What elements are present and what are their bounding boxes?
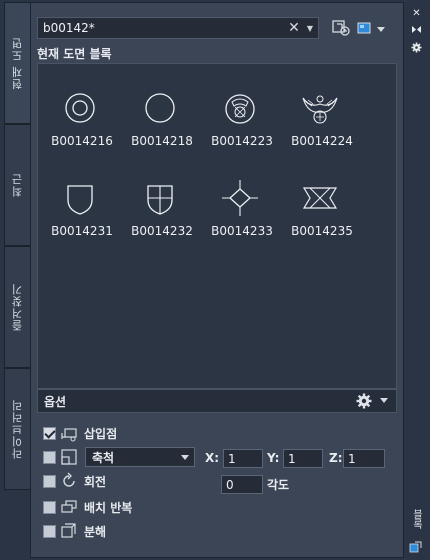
options-header: 옵션 bbox=[37, 389, 397, 413]
tab-label: 라이브러리 bbox=[10, 399, 24, 459]
angle-label: 각도 bbox=[267, 478, 290, 492]
concentric-circle-symbol bbox=[65, 93, 95, 123]
block-tile[interactable]: B0014235 bbox=[278, 170, 358, 258]
palette-tab-strip: 현재 도면 최근 즐겨찾기 라이브러리 bbox=[4, 2, 30, 490]
load-block-icon[interactable] bbox=[331, 19, 351, 37]
tab-libraries[interactable]: 라이브러리 bbox=[4, 368, 30, 490]
insertion-point-option[interactable]: 삽입점 bbox=[43, 423, 117, 443]
block-tile[interactable]: B0014216 bbox=[38, 80, 118, 168]
chevron-down-icon bbox=[181, 455, 189, 460]
rotation-option[interactable]: 회전 bbox=[43, 471, 106, 491]
option-label: 삽입점 bbox=[84, 426, 118, 441]
auto-hide-icon[interactable] bbox=[411, 24, 422, 35]
tab-label: 즐겨찾기 bbox=[10, 283, 24, 331]
thumbnail-view-icon[interactable] bbox=[357, 19, 373, 37]
explode-checkbox[interactable] bbox=[43, 524, 56, 538]
block-name: B0014216 bbox=[51, 134, 113, 148]
emblem-circle-symbol bbox=[225, 94, 255, 124]
eagle-emblem-symbol bbox=[302, 95, 338, 124]
ribbon-symbol bbox=[302, 187, 338, 209]
options-area: 삽입점 축척 X: Y: Z: 회전 각도 bbox=[37, 413, 397, 553]
block-name: B0014223 bbox=[211, 134, 273, 148]
block-name: B0014233 bbox=[211, 224, 273, 238]
repeat-placement-option[interactable]: 배치 반복 bbox=[43, 497, 132, 517]
gear-icon[interactable] bbox=[411, 42, 422, 53]
chevron-down-icon[interactable]: ▼ bbox=[302, 24, 318, 33]
option-label: 배치 반복 bbox=[84, 500, 133, 515]
explode-icon bbox=[61, 523, 76, 538]
block-name: B0014235 bbox=[291, 224, 353, 238]
scale-z-input[interactable] bbox=[343, 449, 385, 468]
chevron-down-icon[interactable] bbox=[380, 398, 388, 403]
cross-shield-symbol bbox=[147, 185, 173, 215]
blocks-palette-panel: ✕ ▼ 현재 도면 블록 B0014216 B0014218 bbox=[30, 2, 404, 558]
tab-recent[interactable]: 최근 bbox=[4, 124, 30, 246]
rotation-checkbox[interactable] bbox=[43, 474, 56, 488]
angle-input[interactable] bbox=[221, 475, 263, 494]
insertion-point-icon bbox=[61, 428, 77, 442]
scale-y-input[interactable] bbox=[283, 449, 323, 468]
insertion-point-checkbox[interactable] bbox=[43, 426, 56, 440]
scale-icon bbox=[61, 449, 77, 465]
option-label: 회전 bbox=[84, 474, 107, 489]
section-title: 현재 도면 블록 bbox=[37, 47, 112, 61]
filter-input[interactable] bbox=[38, 18, 286, 38]
circle-symbol bbox=[145, 93, 175, 123]
palette-title-strip: ✕ 블록 bbox=[404, 2, 428, 558]
tab-label: 최근 bbox=[10, 173, 24, 197]
scale-option[interactable] bbox=[43, 447, 78, 467]
block-name: B0014218 bbox=[131, 134, 193, 148]
scale-select-value: 축척 bbox=[92, 450, 115, 465]
block-tile[interactable]: B0014232 bbox=[118, 170, 198, 258]
rotate-icon bbox=[63, 472, 75, 487]
option-label: 분해 bbox=[84, 524, 107, 539]
tab-label: 현재 도면 bbox=[10, 36, 24, 90]
scale-select[interactable]: 축척 bbox=[85, 447, 195, 467]
block-name: B0014232 bbox=[131, 224, 193, 238]
tab-current-drawing[interactable]: 현재 도면 bbox=[4, 2, 30, 124]
block-tile[interactable]: B0014231 bbox=[38, 170, 118, 258]
block-tile[interactable]: B0014224 bbox=[278, 80, 358, 168]
tab-favorites[interactable]: 즐겨찾기 bbox=[4, 246, 30, 368]
block-tile[interactable]: B0014233 bbox=[198, 170, 278, 258]
diamond-symbol bbox=[222, 180, 258, 216]
palette-title-label: 블록 bbox=[410, 509, 422, 529]
explode-option[interactable]: 분해 bbox=[43, 521, 106, 541]
block-palette-icon bbox=[409, 541, 422, 553]
x-label: X: bbox=[205, 451, 220, 465]
repeat-placement-checkbox[interactable] bbox=[43, 500, 56, 514]
chevron-down-icon[interactable] bbox=[377, 27, 385, 32]
scale-checkbox[interactable] bbox=[43, 450, 56, 464]
y-label: Y: bbox=[267, 451, 280, 465]
filter-combo: ✕ ▼ bbox=[37, 17, 319, 39]
z-label: Z: bbox=[329, 451, 343, 465]
block-name: B0014231 bbox=[51, 224, 113, 238]
close-icon[interactable]: ✕ bbox=[286, 20, 302, 36]
shield-symbol bbox=[67, 185, 93, 215]
block-tile[interactable]: B0014218 bbox=[118, 80, 198, 168]
block-name: B0014224 bbox=[291, 134, 353, 148]
palette-title: 블록 bbox=[408, 502, 424, 536]
scale-x-input[interactable] bbox=[223, 449, 263, 468]
repeat-placement-icon bbox=[61, 500, 77, 513]
block-tile[interactable]: B0014223 bbox=[198, 80, 278, 168]
block-gallery: B0014216 B0014218 B0014223 B0014224 B001… bbox=[37, 63, 397, 389]
close-icon[interactable]: ✕ bbox=[411, 8, 422, 19]
gear-icon[interactable] bbox=[356, 393, 372, 409]
options-title: 옵션 bbox=[44, 394, 67, 409]
